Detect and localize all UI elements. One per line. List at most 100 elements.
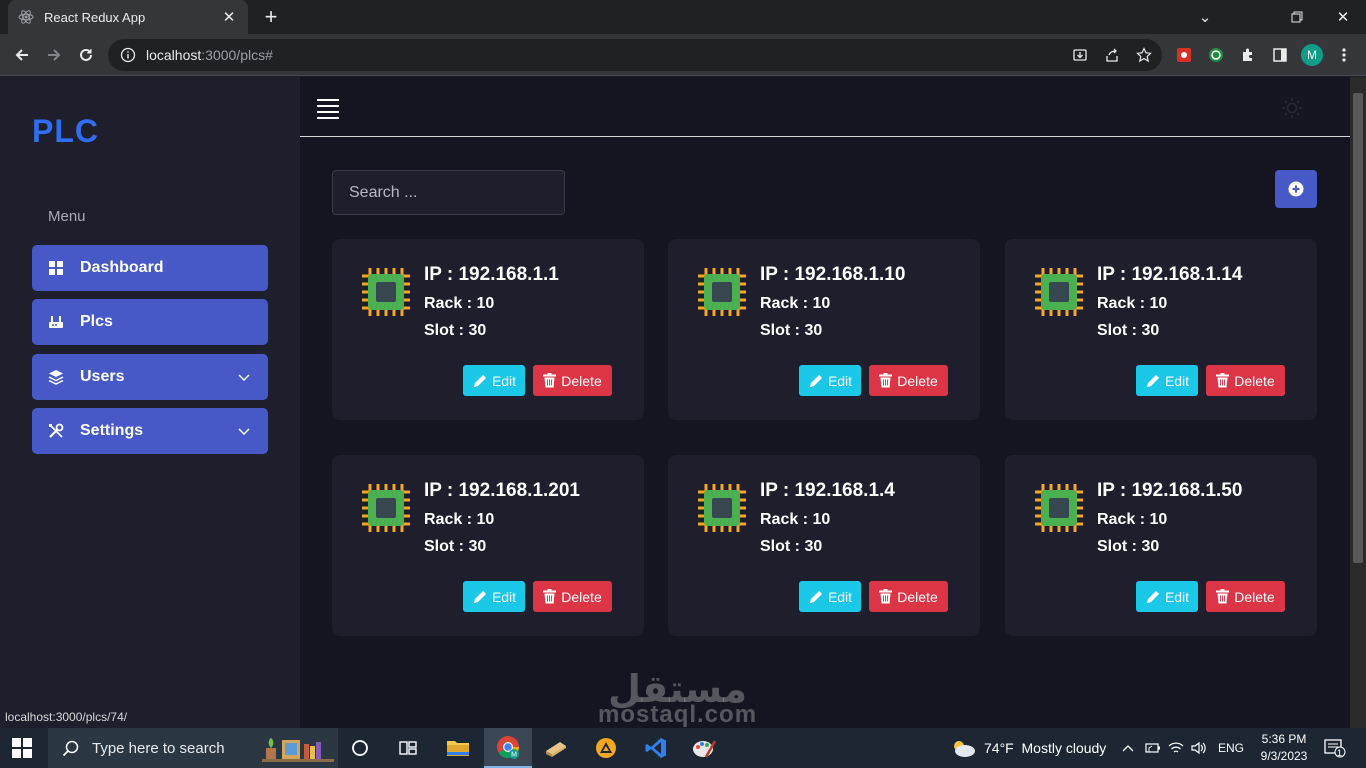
paint-app-icon[interactable]: [680, 728, 728, 768]
file-explorer-icon[interactable]: [434, 728, 482, 768]
extension-green-icon[interactable]: [1205, 44, 1227, 66]
edit-label: Edit: [827, 372, 853, 389]
cortana-icon[interactable]: [336, 728, 384, 768]
back-button[interactable]: [9, 42, 35, 68]
new-tab-button[interactable]: +: [258, 4, 284, 30]
taskbar-search-box[interactable]: Type here to search: [48, 728, 338, 768]
theme-toggle-sun-icon[interactable]: [1281, 97, 1303, 124]
address-bar[interactable]: localhost:3000/plcs#: [108, 39, 1162, 71]
input-language[interactable]: ENG: [1218, 728, 1244, 768]
main-content: IP : 192.168.1.1 Rack : 10 Slot : 30 Edit De…: [300, 77, 1350, 728]
chip-icon: [698, 268, 746, 316]
search-input[interactable]: [332, 170, 565, 215]
brand-logo[interactable]: PLC: [32, 113, 99, 150]
profile-avatar[interactable]: M: [1301, 44, 1323, 66]
sidebar-item-dashboard[interactable]: Dashboard: [32, 245, 268, 291]
plc-rack: Rack : 10: [760, 295, 831, 312]
tab-close-icon[interactable]: ✕: [220, 8, 238, 26]
chrome-taskbar-icon[interactable]: M: [484, 728, 532, 768]
battery-icon[interactable]: [1145, 728, 1161, 768]
scrollbar-thumb[interactable]: [1353, 93, 1363, 563]
chip-icon: [1035, 268, 1083, 316]
plc-card[interactable]: IP : 192.168.1.201 Rack : 10 Slot : 30 Edit…: [332, 455, 644, 636]
url-text: localhost:3000/plcs#: [146, 47, 273, 63]
plc-slot: Slot : 30: [424, 322, 487, 339]
chevron-down-icon[interactable]: [238, 369, 250, 387]
reload-button[interactable]: [73, 42, 99, 68]
browser-menu-icon[interactable]: [1333, 44, 1355, 66]
tab-search-icon[interactable]: ⌄: [1182, 0, 1228, 34]
delete-button[interactable]: Delete: [533, 581, 612, 612]
plc-ip: IP : 192.168.1.10: [760, 264, 906, 285]
chevron-down-icon[interactable]: [238, 423, 250, 441]
delete-label: Delete: [897, 588, 938, 605]
pencil-icon: [1146, 590, 1159, 603]
grid-icon: [48, 260, 64, 276]
pencil-icon: [1146, 374, 1159, 387]
delete-label: Delete: [897, 372, 938, 389]
notification-center-icon[interactable]: 1: [1324, 728, 1346, 768]
side-panel-icon[interactable]: [1269, 44, 1291, 66]
delete-button[interactable]: Delete: [1206, 365, 1285, 396]
windows-taskbar: Type here to search M 74°F Mostly cloudy: [0, 728, 1366, 768]
delete-button[interactable]: Delete: [869, 581, 948, 612]
plc-card[interactable]: IP : 192.168.1.10 Rack : 10 Slot : 30 Edit D…: [668, 239, 980, 420]
edit-button[interactable]: Edit: [1136, 365, 1198, 396]
add-plc-button[interactable]: [1275, 170, 1317, 208]
forward-button[interactable]: [41, 42, 67, 68]
book-app-icon[interactable]: [532, 728, 580, 768]
hamburger-menu-icon[interactable]: [317, 99, 339, 119]
windows-start-icon[interactable]: [12, 738, 32, 763]
trash-icon: [1216, 373, 1230, 388]
edit-button[interactable]: Edit: [799, 581, 861, 612]
tools-icon: [48, 423, 64, 439]
bookmark-star-icon[interactable]: [1133, 44, 1155, 66]
sidebar-item-settings[interactable]: Settings: [32, 408, 268, 454]
taskbar-clock[interactable]: 5:36 PM 9/3/2023: [1252, 731, 1316, 765]
delete-button[interactable]: Delete: [1206, 581, 1285, 612]
extension-red-icon[interactable]: [1173, 44, 1195, 66]
page-scrollbar[interactable]: [1350, 77, 1366, 728]
plus-circle-icon: [1288, 181, 1304, 197]
weather-widget[interactable]: 74°F Mostly cloudy: [950, 728, 1106, 768]
browser-titlebar: React Redux App ✕ + ⌄ ✕: [0, 0, 1366, 34]
sidebar-item-plcs[interactable]: Plcs: [32, 299, 268, 345]
plc-rack: Rack : 10: [760, 511, 831, 528]
restore-window-button[interactable]: [1274, 0, 1320, 34]
plc-card[interactable]: IP : 192.168.1.50 Rack : 10 Slot : 30 Edit D…: [1005, 455, 1317, 636]
sidebar-item-users[interactable]: Users: [32, 354, 268, 400]
sidebar: PLC Menu Dashboard Plcs Users Settings: [0, 77, 300, 728]
edit-button[interactable]: Edit: [463, 365, 525, 396]
svg-text:M: M: [511, 752, 517, 759]
trash-icon: [879, 589, 893, 604]
show-hidden-icons-chevron-icon[interactable]: [1122, 728, 1134, 768]
triangle-app-icon[interactable]: [582, 728, 630, 768]
delete-label: Delete: [561, 372, 602, 389]
edit-label: Edit: [1164, 372, 1190, 389]
plc-slot: Slot : 30: [1097, 538, 1160, 555]
delete-button[interactable]: Delete: [869, 365, 948, 396]
extensions-puzzle-icon[interactable]: [1237, 44, 1259, 66]
close-window-button[interactable]: ✕: [1320, 0, 1366, 34]
share-icon[interactable]: [1101, 44, 1123, 66]
info-icon[interactable]: [120, 47, 136, 63]
edit-button[interactable]: Edit: [1136, 581, 1198, 612]
trash-icon: [1216, 589, 1230, 604]
task-view-icon[interactable]: [384, 728, 432, 768]
volume-icon[interactable]: [1191, 728, 1207, 768]
delete-label: Delete: [1234, 588, 1275, 605]
wifi-icon[interactable]: [1168, 728, 1184, 768]
install-app-icon[interactable]: [1069, 44, 1091, 66]
browser-tab[interactable]: React Redux App ✕: [8, 0, 248, 34]
plc-card[interactable]: IP : 192.168.1.1 Rack : 10 Slot : 30 Edit De…: [332, 239, 644, 420]
delete-button[interactable]: Delete: [533, 365, 612, 396]
edit-button[interactable]: Edit: [463, 581, 525, 612]
plc-card[interactable]: IP : 192.168.1.14 Rack : 10 Slot : 30 Edit D…: [1005, 239, 1317, 420]
vscode-icon[interactable]: [632, 728, 680, 768]
edit-button[interactable]: Edit: [799, 365, 861, 396]
chip-icon: [1035, 484, 1083, 532]
chip-icon: [362, 484, 410, 532]
plc-card[interactable]: IP : 192.168.1.4 Rack : 10 Slot : 30 Edit De…: [668, 455, 980, 636]
sidebar-item-label: Plcs: [80, 313, 113, 330]
search-highlight-icon: [262, 734, 334, 766]
